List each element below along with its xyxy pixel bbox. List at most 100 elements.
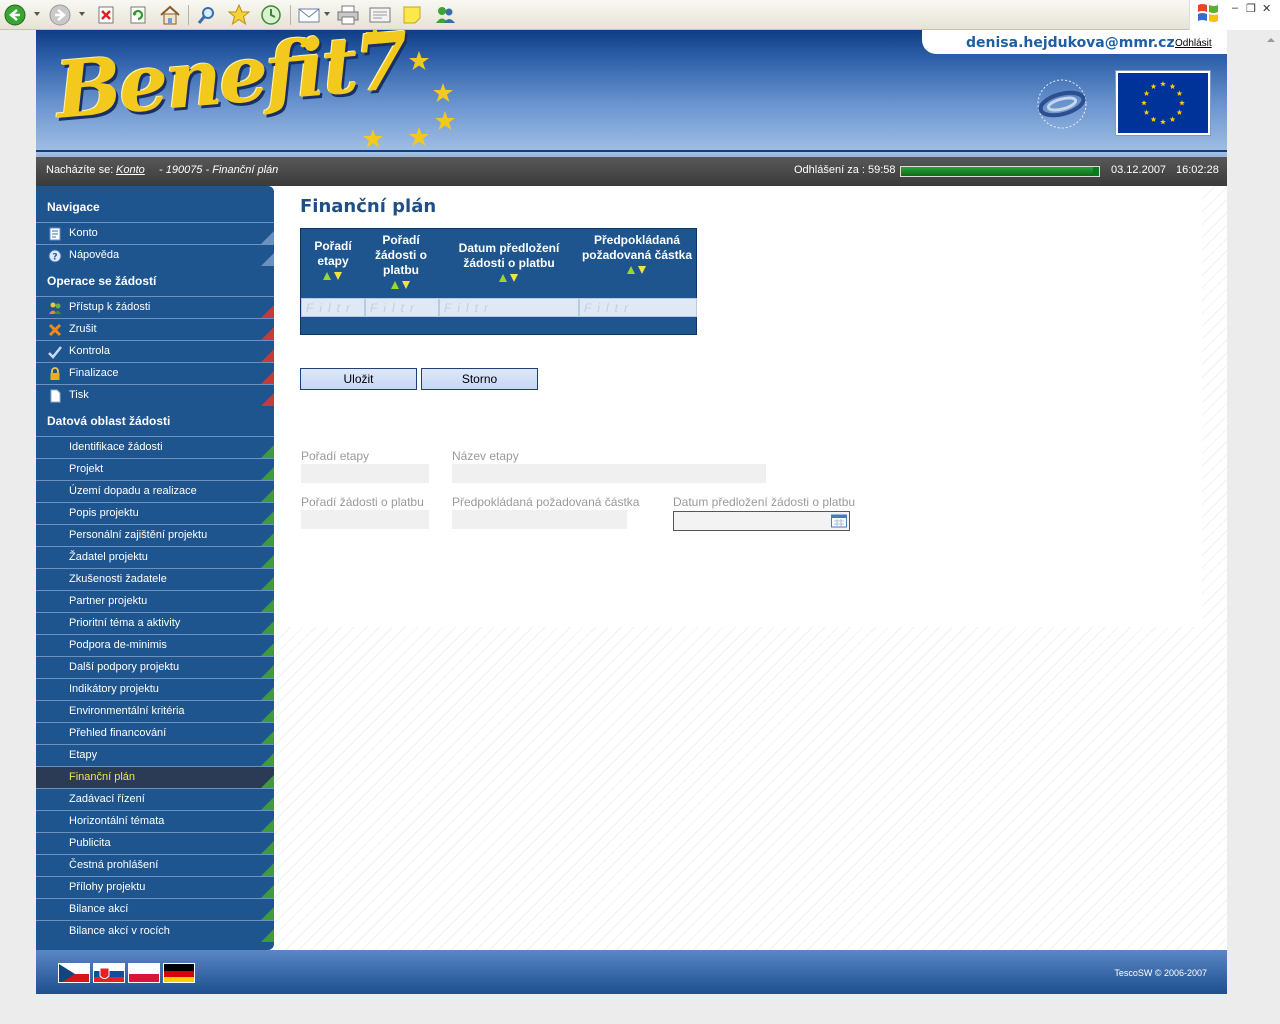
sidebar-item-label: Publicita xyxy=(69,837,111,849)
sidebar-item-data-19[interactable]: Čestná prohlášení xyxy=(36,854,274,876)
sidebar-item-data-0[interactable]: Identifikace žádosti xyxy=(36,436,274,458)
back-icon[interactable] xyxy=(3,3,27,27)
sidebar-item-zrusit[interactable]: Zrušit xyxy=(36,318,274,340)
copyright: TescoSW © 2006-2007 xyxy=(1114,968,1207,978)
grid-header-castka[interactable]: Předpokládaná požadovaná částka xyxy=(579,233,695,275)
sidebar-item-konto[interactable]: Konto xyxy=(36,222,274,244)
history-icon[interactable] xyxy=(259,3,283,27)
sidebar-item-label: Finanční plán xyxy=(69,771,136,783)
close-icon[interactable]: ✕ xyxy=(1262,2,1271,15)
restore-icon[interactable]: ❐ xyxy=(1246,2,1256,15)
scroll-up-icon[interactable] xyxy=(1267,38,1275,42)
sidebar-corner xyxy=(261,863,274,876)
eu-star-icon xyxy=(409,127,429,146)
sidebar-corner xyxy=(261,577,274,590)
sidebar-item-label: Přílohy projektu xyxy=(69,881,146,893)
sidebar-item-label: Etapy xyxy=(69,749,98,761)
sort-icon[interactable] xyxy=(322,271,344,281)
eu-flag-star-icon xyxy=(1179,100,1185,106)
vertical-scrollbar[interactable] xyxy=(1262,30,1280,1024)
sidebar-item-data-3[interactable]: Popis projektu xyxy=(36,502,274,524)
refresh-icon[interactable] xyxy=(126,3,150,27)
header-stripe xyxy=(36,146,1227,148)
current-date: 03.12.2007 xyxy=(1111,164,1167,176)
sidebar-item-data-18[interactable]: Publicita xyxy=(36,832,274,854)
grid-filter-datum[interactable]: Filtr xyxy=(439,298,579,317)
grid-filter-castka[interactable]: Filtr xyxy=(579,298,697,317)
german-flag[interactable] xyxy=(163,963,195,983)
sidebar-corner xyxy=(261,489,274,502)
sidebar-item-data-16[interactable]: Zadávací řízení xyxy=(36,788,274,810)
stop-icon[interactable] xyxy=(94,3,118,27)
mail-icon[interactable] xyxy=(297,3,321,27)
sidebar-item-label: Partner projektu xyxy=(69,595,148,607)
sidebar-item-data-14[interactable]: Etapy xyxy=(36,744,274,766)
sidebar-item-label: Bilance akcí xyxy=(69,903,129,915)
forward-icon[interactable] xyxy=(48,3,72,27)
sidebar-item-pristup[interactable]: Přístup k žádosti xyxy=(36,296,274,318)
sort-icon[interactable] xyxy=(626,265,648,275)
sidebar-item-data-6[interactable]: Zkušenosti žadatele xyxy=(36,568,274,590)
sidebar-item-finalizace[interactable]: Finalizace xyxy=(36,362,274,384)
forward-dropdown-icon[interactable] xyxy=(79,12,85,16)
sidebar-item-tisk[interactable]: Tisk xyxy=(36,384,274,406)
sidebar-item-data-11[interactable]: Indikátory projektu xyxy=(36,678,274,700)
sidebar-item-data-4[interactable]: Personální zajištění projektu xyxy=(36,524,274,546)
polish-flag[interactable] xyxy=(128,963,160,983)
sidebar-item-data-2[interactable]: Území dopadu a realizace xyxy=(36,480,274,502)
sidebar-item-label: Bilance akcí v rocích xyxy=(69,925,170,937)
sort-icon[interactable] xyxy=(498,273,520,283)
main-content: Finanční plán Pořadí etapy Pořadí žádost… xyxy=(274,186,1227,950)
sidebar-item-data-10[interactable]: Další podpory projektu xyxy=(36,656,274,678)
sidebar-item-data-7[interactable]: Partner projektu xyxy=(36,590,274,612)
grid-header-poradi-zadosti[interactable]: Pořadí žádosti o platbu xyxy=(365,233,437,290)
sidebar-item-data-5[interactable]: Žadatel projektu xyxy=(36,546,274,568)
eu-flag-star-icon xyxy=(1141,100,1147,106)
sidebar-item-data-12[interactable]: Environmentální kritéria xyxy=(36,700,274,722)
sidebar: Navigace Konto ? Nápověda Operace se žád… xyxy=(36,186,274,950)
home-icon[interactable] xyxy=(158,3,182,27)
grid-filter-poradi-etapy[interactable]: Filtr xyxy=(301,298,365,317)
session-timeout-label: Odhlášení za : 59:58 xyxy=(794,164,896,176)
slovak-flag[interactable] xyxy=(93,963,125,983)
grid-header-datum[interactable]: Datum předložení žádosti o platbu xyxy=(441,241,577,283)
print-icon[interactable] xyxy=(336,3,360,27)
edit-icon[interactable] xyxy=(368,3,392,27)
czech-flag[interactable] xyxy=(58,963,90,983)
sidebar-item-data-20[interactable]: Přílohy projektu xyxy=(36,876,274,898)
window-controls: – ❐ ✕ xyxy=(1189,0,1280,30)
save-button[interactable]: Uložit xyxy=(300,368,417,390)
calendar-icon[interactable] xyxy=(831,514,847,528)
minimize-icon[interactable]: – xyxy=(1232,2,1238,14)
ministerstvo-pro-mistni-rozvoj-logo xyxy=(1037,79,1087,129)
sidebar-item-data-22[interactable]: Bilance akcí v rocích xyxy=(36,920,274,942)
sidebar-item-kontrola[interactable]: Kontrola xyxy=(36,340,274,362)
sidebar-item-data-15[interactable]: Finanční plán xyxy=(36,766,274,788)
search-icon[interactable] xyxy=(194,3,218,27)
note-icon[interactable] xyxy=(400,3,424,27)
sidebar-item-data-17[interactable]: Horizontální témata xyxy=(36,810,274,832)
sidebar-item-data-13[interactable]: Přehled financování xyxy=(36,722,274,744)
sidebar-corner xyxy=(261,305,274,318)
sort-icon[interactable] xyxy=(390,280,412,290)
sidebar-item-data-1[interactable]: Projekt xyxy=(36,458,274,480)
breadcrumb-label: Nacházíte se: xyxy=(46,164,114,176)
back-dropdown-icon[interactable] xyxy=(34,12,40,16)
sidebar-corner xyxy=(261,643,274,656)
field-poradi-etapy xyxy=(301,464,429,483)
grid-filter-poradi-zadosti[interactable]: Filtr xyxy=(365,298,439,317)
messenger-icon[interactable] xyxy=(433,3,457,27)
logout-link[interactable]: Odhlásit xyxy=(1175,38,1212,49)
grid-header-poradi-etapy[interactable]: Pořadí etapy xyxy=(305,239,361,281)
cancel-button[interactable]: Storno xyxy=(421,368,538,390)
eu-star-icon xyxy=(409,51,429,70)
sidebar-item-data-21[interactable]: Bilance akcí xyxy=(36,898,274,920)
sidebar-item-data-9[interactable]: Podpora de-minimis xyxy=(36,634,274,656)
sidebar-item-napoveda[interactable]: ? Nápověda xyxy=(36,244,274,266)
favorites-icon[interactable] xyxy=(227,3,251,27)
mail-dropdown-icon[interactable] xyxy=(324,12,330,16)
date-input[interactable] xyxy=(673,511,850,531)
sidebar-corner xyxy=(261,533,274,546)
breadcrumb-link-konto[interactable]: Konto xyxy=(116,164,145,176)
sidebar-item-data-8[interactable]: Prioritní téma a aktivity xyxy=(36,612,274,634)
